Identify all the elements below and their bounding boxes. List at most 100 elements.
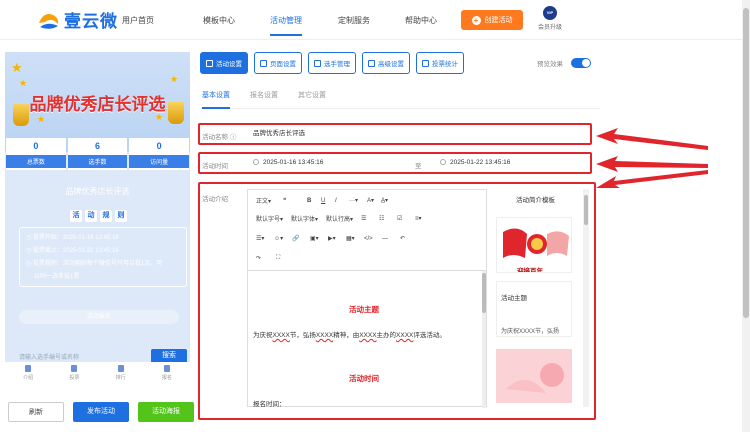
tab-signup[interactable]: 报名 <box>144 362 190 384</box>
time-separator: 至 <box>415 163 422 170</box>
preview-banner: ★ ★ ★ ★ ★ 品牌优秀店长评选 <box>5 52 190 152</box>
todo-list-icon[interactable]: ☑ <box>397 215 407 222</box>
font-size-dropdown[interactable]: 默认字号▾ <box>256 214 283 223</box>
logo-text: 壹云微 <box>64 12 118 31</box>
background-color-dropdown[interactable]: A̲▾ <box>381 197 391 204</box>
top-navigation: 壹云微 用户首页 模板中心 活动管理 定制服务 帮助中心 + 创建活动 VIP … <box>0 0 742 40</box>
signup-icon <box>163 365 170 372</box>
subtab-other[interactable]: 其它设置 <box>298 90 326 100</box>
table-dropdown[interactable]: ▦▾ <box>346 235 356 242</box>
template-card[interactable]: 活动主题 为庆祝XXXX节，弘扬 <box>496 281 572 337</box>
publish-button[interactable]: 发布活动 <box>73 402 129 422</box>
nav-user-home[interactable]: 用户首页 <box>122 15 154 26</box>
quote-icon[interactable]: ❝ <box>283 197 293 204</box>
rich-text-editor[interactable]: 正文▾ ❝ B U I ···▾ A▾ A̲▾ 默认字号▾ 默认字体▾ 默认行高… <box>247 189 487 408</box>
text-span: XXXX <box>315 332 334 339</box>
scrollbar-thumb[interactable] <box>584 195 588 225</box>
template-preview-image <box>496 349 572 403</box>
intro-icon <box>25 365 32 372</box>
subtab-signup[interactable]: 报名设置 <box>250 90 278 100</box>
template-card[interactable] <box>496 349 572 403</box>
nav-template-center[interactable]: 模板中心 <box>203 15 235 26</box>
arrow-icon <box>596 128 708 188</box>
tab-label: 排行 <box>115 375 126 381</box>
star-icon: ★ <box>170 74 179 84</box>
editor-paragraph: 为庆祝XXXX节，弘扬XXXX精神，由XXXX主办的XXXX评选活动。 <box>253 329 446 339</box>
numbered-list-icon[interactable]: ☷ <box>379 215 389 222</box>
poster-button[interactable]: 活动海报 <box>138 402 194 422</box>
vip-badge-icon: VIP <box>543 6 557 20</box>
tab-contestant-management[interactable]: 选手管理 <box>308 52 356 74</box>
end-time-input[interactable]: 2025-01-22 13:45:16 <box>436 156 586 171</box>
emoji-dropdown[interactable]: ☺▾ <box>274 235 284 242</box>
scrollbar-thumb[interactable] <box>482 273 486 313</box>
signup-time-line: 报名时间： <box>253 401 286 408</box>
nav-activity-management[interactable]: 活动管理 <box>270 15 302 26</box>
stat-value: 6 <box>95 141 101 151</box>
tab-activity-settings[interactable]: 活动设置 <box>200 52 248 74</box>
search-button[interactable]: 搜索 <box>151 349 187 363</box>
bullet-list-icon[interactable]: ☰ <box>361 215 371 222</box>
template-card-title: 活动主题 <box>501 295 527 302</box>
bold-icon[interactable]: B <box>307 198 317 204</box>
info-icon: ◷ <box>26 261 33 267</box>
template-card-body: 为庆祝XXXX节，弘扬 <box>501 329 560 335</box>
align-dropdown[interactable]: ≡▾ <box>415 215 425 222</box>
rule-text: 以同一选手投1票 <box>34 274 80 280</box>
tab-label: 高级设置 <box>378 61 404 68</box>
section-heading-time: 活动时间 <box>349 374 379 383</box>
tab-label: 报名 <box>161 375 172 381</box>
rules-box: ◷ 投票开始：2025-01-16 13:45:16 ◷ 投票截止：2025-0… <box>19 227 187 287</box>
editor-scrollbar[interactable] <box>482 271 486 408</box>
indent-dropdown[interactable]: ☰▾ <box>256 235 266 242</box>
refresh-button[interactable]: 刷新 <box>8 402 64 422</box>
more-format-dropdown[interactable]: ···▾ <box>349 197 359 204</box>
tab-label: 选手管理 <box>324 61 350 68</box>
toggle-switch[interactable] <box>571 58 591 68</box>
line-height-dropdown[interactable]: 默认行高▾ <box>326 214 353 223</box>
code-icon[interactable]: </> <box>364 236 374 242</box>
tab-page-settings[interactable]: 页面设置 <box>254 52 302 74</box>
activity-name-input[interactable]: 品牌优秀店长评选 <box>249 127 587 142</box>
rule-line: ◷ 投票规则：活动期间每个微信号只可以投1次，可 <box>26 258 180 271</box>
logo-icon <box>39 13 59 29</box>
tab-intro[interactable]: 介绍 <box>5 362 51 384</box>
paragraph-format-dropdown[interactable]: 正文▾ <box>256 196 271 205</box>
video-dropdown[interactable]: ▶▾ <box>328 235 338 242</box>
template-scrollbar[interactable] <box>583 189 589 407</box>
fullscreen-icon[interactable]: ⛶ <box>276 255 286 262</box>
tab-label: 投票统计 <box>432 61 458 68</box>
subtab-basic[interactable]: 基本设置 <box>202 90 230 100</box>
scrollbar-thumb[interactable] <box>743 8 749 318</box>
template-panel-title: 活动简介模板 <box>516 197 555 204</box>
redo-icon[interactable]: ↷ <box>256 255 266 262</box>
tab-advanced-settings[interactable]: 高级设置 <box>362 52 410 74</box>
vip-upgrade[interactable]: VIP 会员升级 <box>535 6 565 31</box>
tab-vote[interactable]: 投票 <box>51 362 97 384</box>
editor-content[interactable]: 活动主题 为庆祝XXXX节，弘扬XXXX精神，由XXXX主办的XXXX评选活动。… <box>248 270 486 408</box>
preview-effect-toggle[interactable]: 预览效果 <box>537 58 591 68</box>
join-activity-button[interactable]: 活动报名 <box>19 310 179 324</box>
editor-toolbar-row: ☰▾ ☺▾ 🔗 ▣▾ ▶▾ ▦▾ </> — ↶ <box>248 230 486 247</box>
font-family-dropdown[interactable]: 默认字体▾ <box>291 214 318 223</box>
underline-icon[interactable]: U <box>321 198 331 204</box>
preview-toggle-label: 预览效果 <box>537 61 563 68</box>
link-icon[interactable]: 🔗 <box>292 235 302 242</box>
font-color-dropdown[interactable]: A▾ <box>367 197 377 204</box>
text-span: 评选活动。 <box>413 332 446 339</box>
undo-icon[interactable]: ↶ <box>400 235 410 242</box>
create-activity-button[interactable]: + 创建活动 <box>461 10 523 30</box>
start-time-input[interactable]: 2025-01-16 13:45:16 <box>249 156 409 171</box>
italic-icon[interactable]: I <box>335 198 345 204</box>
rules-char: 规 <box>100 210 112 222</box>
tab-vote-statistics[interactable]: 投票统计 <box>416 52 464 74</box>
image-dropdown[interactable]: ▣▾ <box>310 235 320 242</box>
divider-icon[interactable]: — <box>382 236 392 242</box>
nav-custom-service[interactable]: 定制服务 <box>338 15 370 26</box>
template-card[interactable]: 迎接百年 <box>496 217 572 273</box>
nav-help-center[interactable]: 帮助中心 <box>405 15 437 26</box>
text-span: 节，弘扬 <box>289 332 316 339</box>
tab-ranking[interactable]: 排行 <box>98 362 144 384</box>
page-scrollbar[interactable] <box>742 0 750 432</box>
brand-logo[interactable]: 壹云微 <box>36 7 118 32</box>
